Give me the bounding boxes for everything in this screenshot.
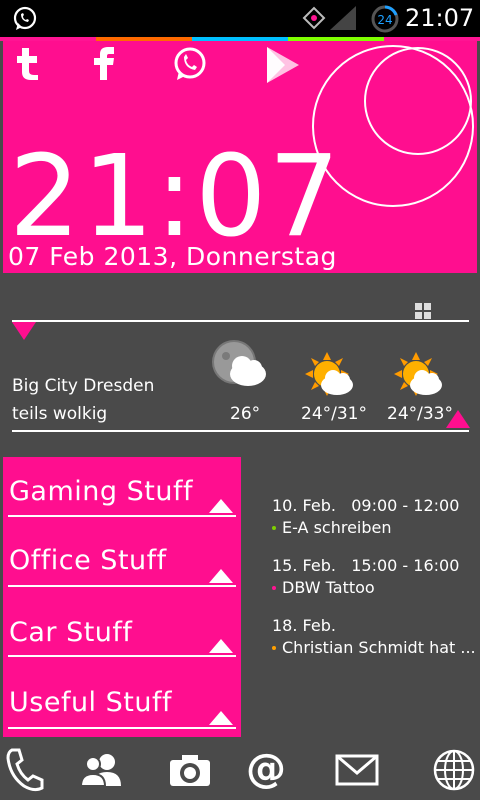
category-underline (8, 727, 236, 729)
app-dock: @ (0, 740, 480, 800)
contacts-icon[interactable] (77, 746, 125, 794)
clock-time: 21:07 (9, 132, 342, 262)
triangle-up-icon (209, 711, 233, 725)
apps-grid-icon[interactable] (415, 303, 431, 319)
whatsapp-notification-icon[interactable] (12, 6, 38, 32)
sun-cloud-icon (394, 352, 444, 404)
play-store-icon[interactable] (263, 45, 303, 85)
expand-arrow-icon[interactable] (446, 410, 470, 428)
event-time: 15:00 - 16:00 (351, 556, 460, 575)
event-title: Christian Schmidt hat ... (282, 638, 476, 657)
agenda-event[interactable]: 15. Feb. 15:00 - 16:00 DBW Tattoo (272, 556, 459, 597)
forecast-temp-1: 24°/31° (301, 404, 367, 424)
email-at-icon[interactable]: @ (242, 746, 290, 794)
facebook-icon[interactable] (89, 45, 119, 81)
event-dot (272, 586, 276, 590)
category-underline (8, 515, 236, 517)
mail-icon[interactable] (333, 746, 381, 794)
signal-strength-icon (302, 6, 356, 30)
category-underline (8, 585, 236, 587)
battery-icon: 24 (371, 5, 399, 33)
event-title: E-A schreiben (282, 518, 392, 537)
event-dot (272, 526, 276, 530)
moon-cloud-icon (210, 338, 270, 398)
category-underline (8, 655, 236, 657)
weather-top-divider (12, 320, 469, 322)
weather-city[interactable]: Big City Dresden (12, 376, 154, 396)
event-date: 18. Feb. (272, 616, 336, 635)
clock-widget[interactable]: 21:07 07 Feb 2013, Donnerstag (3, 41, 477, 273)
category-label: Gaming Stuff (9, 476, 193, 507)
category-label: Car Stuff (9, 617, 133, 648)
category-gaming[interactable]: Gaming Stuff (3, 471, 241, 531)
event-date: 15. Feb. (272, 556, 336, 575)
phone-icon[interactable] (0, 746, 48, 794)
agenda-event[interactable]: 18. Feb. Christian Schmidt hat ... (272, 616, 476, 657)
weather-bottom-divider (12, 430, 469, 432)
forecast-temp-0: 26° (230, 404, 261, 424)
tumblr-icon[interactable] (13, 45, 43, 81)
category-label: Office Stuff (9, 545, 167, 576)
triangle-up-icon (209, 569, 233, 583)
browser-globe-icon[interactable] (430, 746, 478, 794)
sun-cloud-icon (305, 352, 355, 404)
event-time: 09:00 - 12:00 (351, 496, 460, 515)
clock-date: 07 Feb 2013, Donnerstag (8, 242, 337, 271)
event-title: DBW Tattoo (282, 578, 375, 597)
weather-condition: teils wolkig (12, 404, 108, 424)
category-useful[interactable]: Useful Stuff (3, 681, 241, 741)
event-date: 10. Feb. (272, 496, 336, 515)
event-dot (272, 646, 276, 650)
category-label: Useful Stuff (9, 687, 172, 718)
agenda-event[interactable]: 10. Feb. 09:00 - 12:00 E-A schreiben (272, 496, 459, 537)
category-panel: Gaming Stuff Office Stuff Car Stuff Usef… (3, 457, 241, 737)
triangle-up-icon (209, 499, 233, 513)
camera-icon[interactable] (166, 746, 214, 794)
triangle-up-icon (209, 639, 233, 653)
whatsapp-icon[interactable] (171, 45, 209, 83)
category-car[interactable]: Car Stuff (3, 613, 241, 673)
battery-level: 24 (377, 13, 392, 27)
category-office[interactable]: Office Stuff (3, 541, 241, 601)
status-bar: 24 21:07 (0, 0, 480, 37)
svg-text:@: @ (246, 750, 286, 790)
collapse-arrow-icon[interactable] (12, 322, 36, 340)
forecast-temp-2: 24°/33° (387, 404, 453, 424)
status-time: 21:07 (405, 4, 475, 32)
